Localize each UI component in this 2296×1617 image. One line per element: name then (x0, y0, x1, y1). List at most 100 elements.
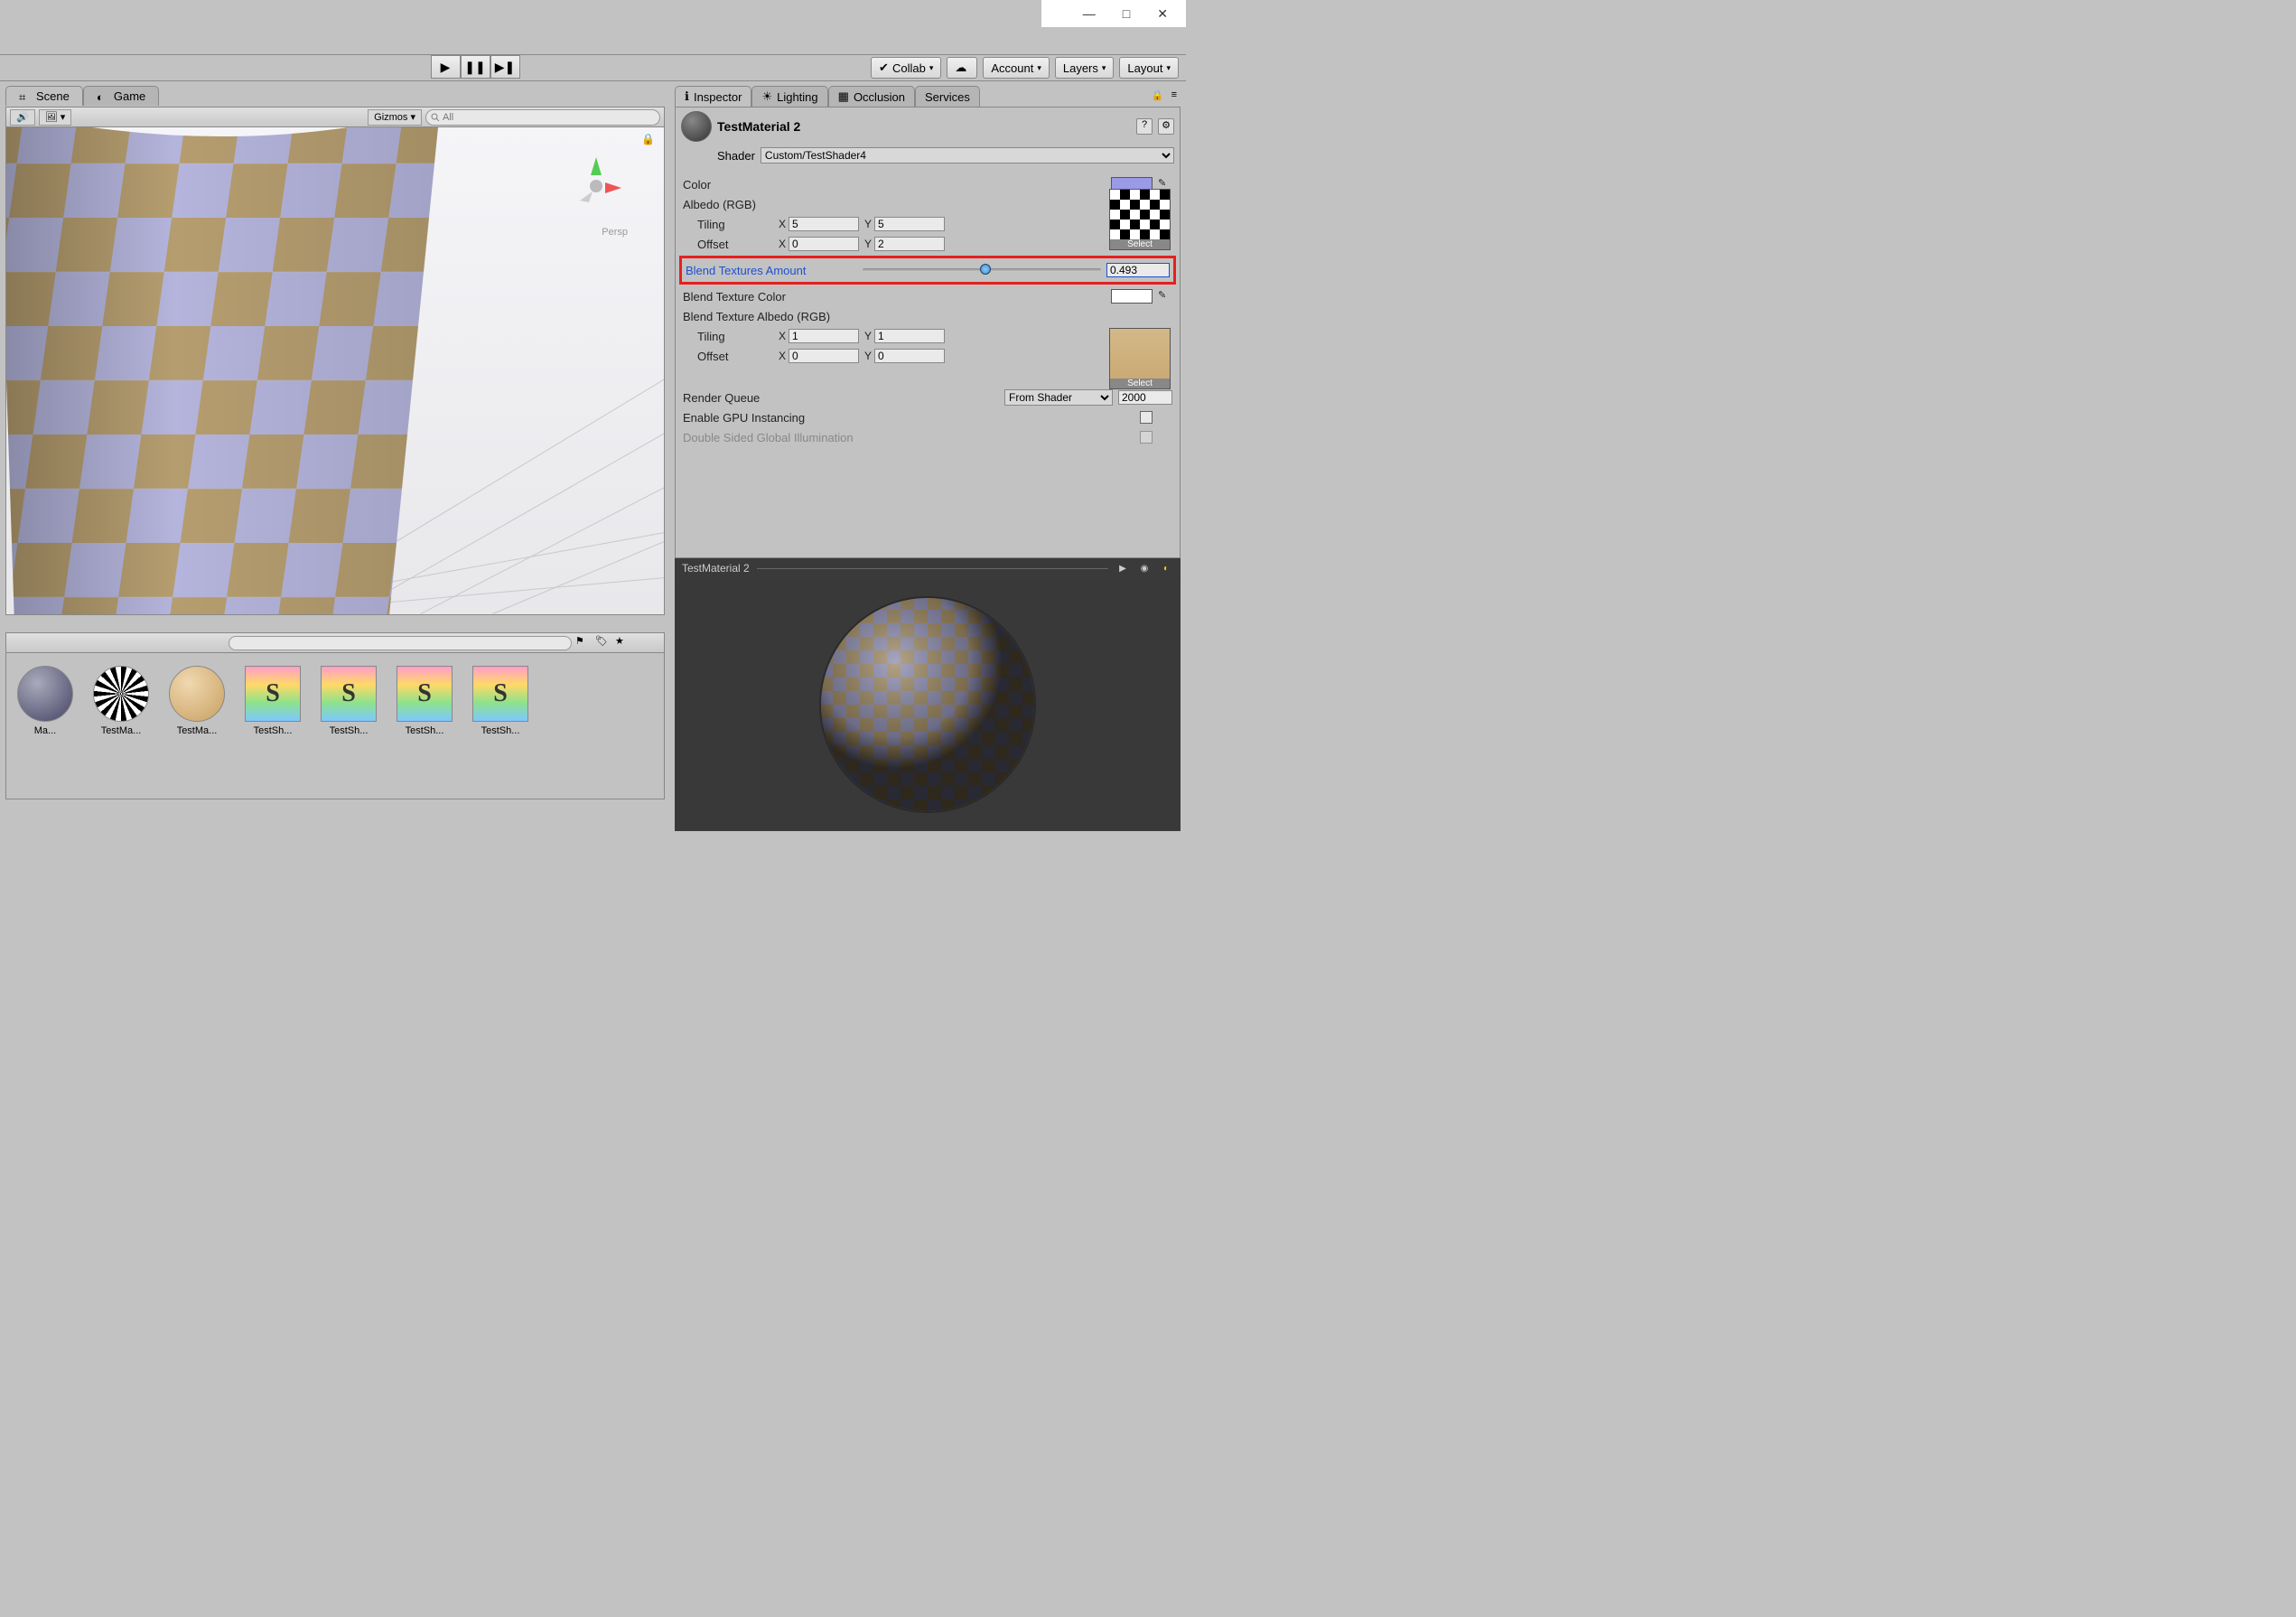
lock-icon[interactable]: 🔒 (641, 133, 655, 145)
scene-view: 🔊 🖼 ▾ Gizmos ▾ (5, 107, 665, 615)
preview-light-icon[interactable]: ◉ (1137, 561, 1152, 575)
info-icon: ℹ (685, 89, 689, 104)
blend-texture-color-swatch[interactable] (1111, 289, 1153, 304)
blend-tiling-y-input[interactable] (874, 329, 945, 343)
window-controls: — □ ✕ (1041, 0, 1186, 27)
layout-dropdown[interactable]: Layout ▾ (1119, 57, 1179, 79)
asset-label: TestSh... (241, 725, 304, 736)
tab-inspector[interactable]: ℹ Inspector (675, 86, 751, 107)
panel-menu-icon[interactable]: ≡ (1168, 86, 1181, 107)
shader-icon: S (472, 666, 528, 722)
help-button[interactable]: ? (1136, 118, 1153, 135)
step-button[interactable]: ▶❚ (490, 55, 520, 79)
orientation-gizmo[interactable] (560, 150, 632, 222)
asset-item[interactable]: S TestSh... (317, 666, 380, 736)
project-browser: ⚑ 🏷 ★ Ma... TestMa... TestMa... S TestSh… (5, 632, 665, 799)
gizmos-dropdown[interactable]: Gizmos ▾ (368, 109, 422, 126)
window-maximize-button[interactable]: □ (1123, 6, 1130, 21)
scene-viewport[interactable]: Persp 🔒 (6, 127, 664, 614)
asset-item[interactable]: TestMa... (165, 666, 229, 736)
blend-tiling-x-input[interactable] (789, 329, 859, 343)
window-close-button[interactable]: ✕ (1157, 6, 1168, 22)
blend-texture-slot[interactable]: Select (1109, 328, 1171, 389)
tab-services[interactable]: Services (915, 86, 980, 107)
material-name: TestMaterial 2 (717, 119, 1131, 134)
blend-texture-albedo-label: Blend Texture Albedo (RGB) (683, 310, 918, 323)
audio-toggle-button[interactable]: 🔊 (10, 109, 35, 126)
asset-label: Ma... (14, 725, 77, 736)
scene-toolbar: 🔊 🖼 ▾ Gizmos ▾ (6, 107, 664, 127)
tab-scene[interactable]: ⌗Scene (5, 86, 83, 106)
preview-sphere (819, 596, 1036, 813)
top-toolbar: ▶ ❚❚ ▶❚ ✔ Collab ▾ ☁ Account ▾ Layers ▾ … (0, 54, 1186, 81)
shader-icon: S (321, 666, 377, 722)
asset-label: TestSh... (393, 725, 456, 736)
preview-play-icon[interactable]: ▶ (1115, 561, 1130, 575)
preview-title: TestMaterial 2 (682, 562, 750, 575)
asset-item[interactable]: TestMa... (89, 666, 153, 736)
account-dropdown[interactable]: Account ▾ (983, 57, 1050, 79)
project-search-input[interactable] (229, 636, 572, 650)
tiling-label: Tiling (683, 218, 773, 231)
asset-item[interactable]: S TestSh... (469, 666, 532, 736)
collab-dropdown[interactable]: ✔ Collab ▾ (871, 57, 941, 79)
render-queue-dropdown[interactable]: From Shader (1004, 389, 1113, 406)
asset-item[interactable]: S TestSh... (241, 666, 304, 736)
filter-icon[interactable]: ⚑ (575, 635, 592, 651)
blend-amount-input[interactable] (1106, 263, 1170, 277)
pause-button[interactable]: ❚❚ (461, 55, 490, 79)
game-icon: ◐ (97, 90, 109, 103)
double-sided-gi-label: Double Sided Global Illumination (683, 431, 1044, 444)
material-icon (169, 666, 225, 722)
blend-amount-label: Blend Textures Amount (686, 264, 857, 277)
fx-toggle-button[interactable]: 🖼 ▾ (39, 109, 72, 126)
albedo-label: Albedo (RGB) (683, 198, 836, 211)
lighting-icon: ☀ (761, 89, 772, 104)
gear-icon[interactable]: ⚙ (1158, 118, 1174, 135)
scene-search-input[interactable] (425, 109, 660, 126)
preview-toggle-icon[interactable]: ◐ (1159, 561, 1173, 575)
texture-select-button[interactable]: Select (1110, 239, 1170, 249)
offset-y-input[interactable] (874, 237, 945, 251)
offset-label: Offset (683, 350, 773, 363)
albedo-texture-slot[interactable]: Select (1109, 189, 1171, 250)
blend-offset-y-input[interactable] (874, 349, 945, 363)
color-label: Color (683, 178, 836, 192)
blend-amount-slider[interactable] (863, 268, 1101, 272)
layers-dropdown[interactable]: Layers ▾ (1055, 57, 1115, 79)
shader-dropdown[interactable]: Custom/TestShader4 (761, 147, 1174, 164)
cloud-button[interactable]: ☁ (947, 57, 977, 79)
tiling-x-input[interactable] (789, 217, 859, 231)
blend-offset-x-input[interactable] (789, 349, 859, 363)
asset-grid: Ma... TestMa... TestMa... S TestSh... S … (6, 653, 664, 749)
scene-icon: ⌗ (19, 90, 32, 103)
shader-icon: S (245, 666, 301, 722)
window-minimize-button[interactable]: — (1083, 6, 1096, 21)
tab-lighting[interactable]: ☀ Lighting (751, 86, 827, 107)
gizmo-label: Persp (602, 227, 628, 238)
render-queue-label: Render Queue (683, 391, 918, 405)
material-preview[interactable] (675, 578, 1181, 831)
play-button[interactable]: ▶ (431, 55, 461, 79)
tag-icon[interactable]: 🏷 (595, 635, 611, 651)
gpu-instancing-checkbox[interactable] (1140, 411, 1153, 424)
asset-item[interactable]: Ma... (14, 666, 77, 736)
material-icon (17, 666, 73, 722)
render-queue-input[interactable] (1118, 390, 1172, 405)
preview-header: TestMaterial 2 ▶ ◉ ◐ (675, 558, 1181, 578)
material-preview-icon (681, 111, 712, 142)
favorite-icon[interactable]: ★ (615, 635, 631, 651)
panel-lock-icon[interactable]: 🔒 (1148, 86, 1168, 107)
asset-item[interactable]: S TestSh... (393, 666, 456, 736)
offset-x-input[interactable] (789, 237, 859, 251)
eyedropper-icon[interactable]: ✎ (1158, 289, 1172, 304)
texture-select-button[interactable]: Select (1110, 379, 1170, 388)
offset-label: Offset (683, 238, 773, 251)
tab-occlusion[interactable]: ▦ Occlusion (828, 86, 915, 107)
gpu-instancing-label: Enable GPU Instancing (683, 411, 1044, 425)
asset-label: TestSh... (317, 725, 380, 736)
asset-label: TestMa... (89, 725, 153, 736)
tiling-y-input[interactable] (874, 217, 945, 231)
tab-game[interactable]: ◐Game (83, 86, 159, 106)
material-icon (93, 666, 149, 722)
